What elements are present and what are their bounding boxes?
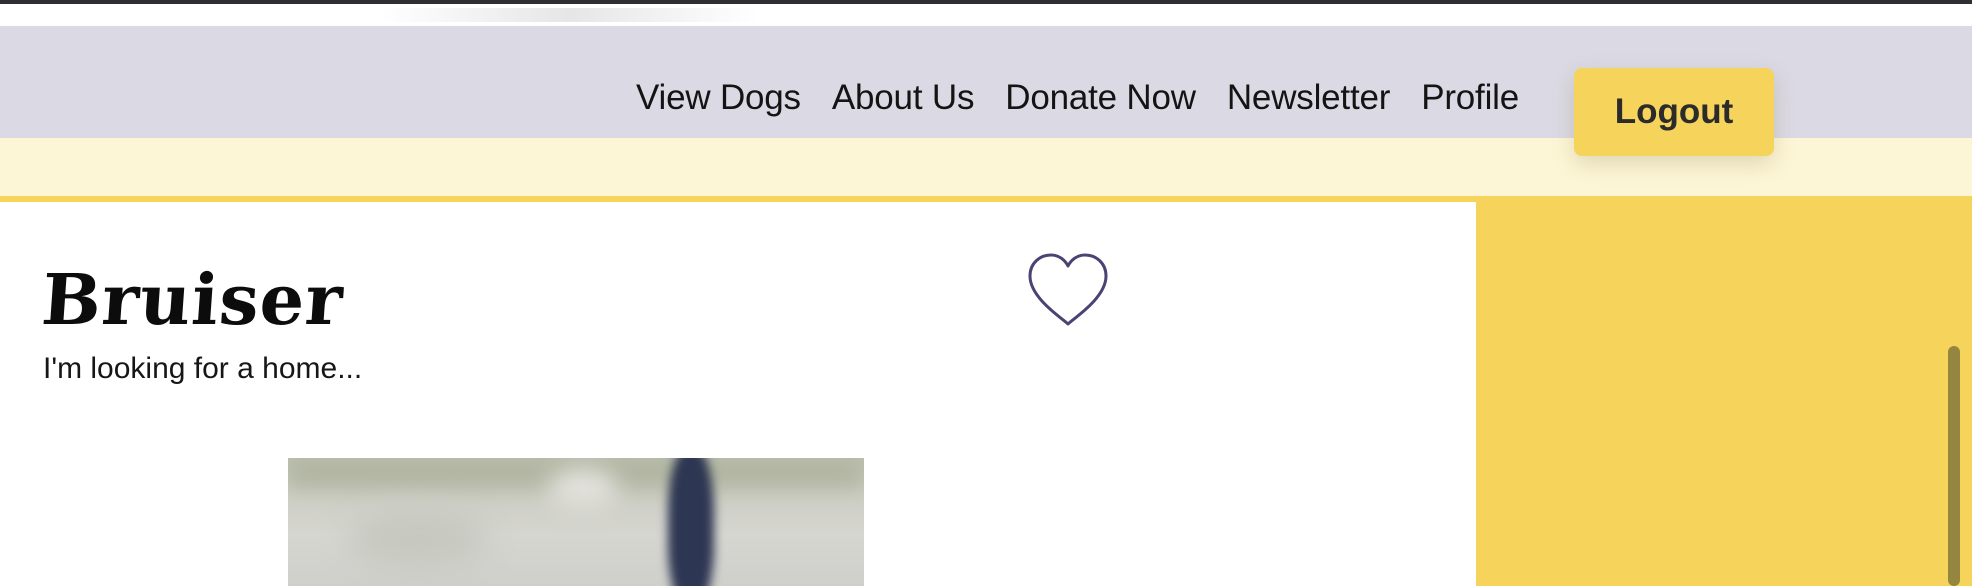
photo-highlight bbox=[548, 468, 618, 508]
nav-links: View Dogs About Us Donate Now Newsletter… bbox=[636, 26, 1550, 138]
nav-link-about-us[interactable]: About Us bbox=[832, 78, 975, 118]
scrollbar-thumb[interactable] bbox=[1948, 346, 1960, 586]
dog-tagline: I'm looking for a home... bbox=[43, 352, 363, 385]
top-shadow bbox=[380, 8, 760, 22]
page: View Dogs About Us Donate Now Newsletter… bbox=[0, 0, 1972, 586]
logout-button[interactable]: Logout bbox=[1574, 68, 1774, 156]
side-panel bbox=[1476, 196, 1958, 586]
favorite-button[interactable] bbox=[1026, 252, 1110, 328]
dog-name-heading: Bruiser bbox=[39, 258, 347, 341]
nav-link-newsletter[interactable]: Newsletter bbox=[1227, 78, 1391, 118]
scrollbar-track[interactable] bbox=[1958, 196, 1972, 586]
photo-ground-blur bbox=[348, 508, 488, 568]
heart-icon bbox=[1028, 253, 1108, 326]
nav-link-view-dogs[interactable]: View Dogs bbox=[636, 78, 801, 118]
nav-link-donate-now[interactable]: Donate Now bbox=[1005, 78, 1196, 118]
nav-link-profile[interactable]: Profile bbox=[1421, 78, 1519, 118]
photo-dog-leash bbox=[668, 458, 714, 586]
browser-top-strip bbox=[0, 0, 1972, 26]
dog-photo bbox=[288, 458, 864, 586]
